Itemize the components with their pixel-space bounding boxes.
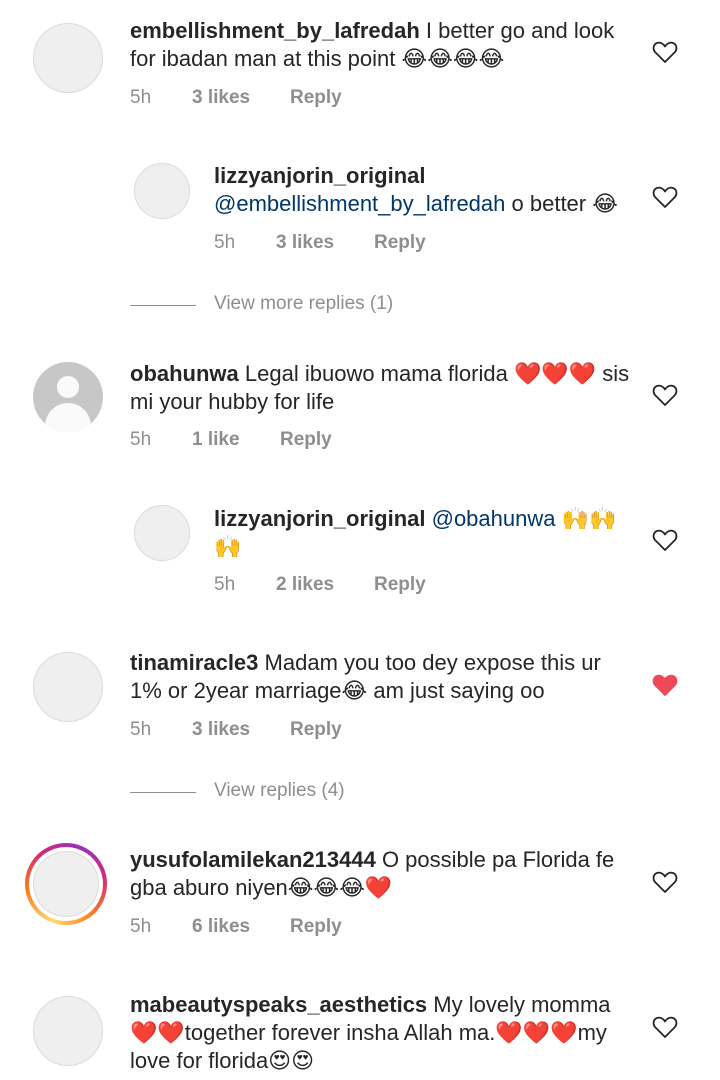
divider-line <box>130 305 196 306</box>
comment-text: obahunwa Legal ibuowo mama florida ❤️❤️❤… <box>130 360 630 416</box>
comment-text: tinamiracle3 Madam you too dey expose th… <box>130 649 630 705</box>
username[interactable]: mabeautyspeaks_aesthetics <box>130 992 427 1017</box>
avatar[interactable] <box>134 505 190 561</box>
likes-count[interactable]: 3 likes <box>192 719 250 741</box>
timestamp: 5h <box>130 916 152 937</box>
view-more-label[interactable]: View more replies (1) <box>214 293 393 315</box>
timestamp: 5h <box>130 87 152 108</box>
comment-text: embellishment_by_lafredah I better go an… <box>130 17 630 73</box>
view-replies[interactable]: View replies (4) <box>130 778 530 808</box>
username[interactable]: lizzyanjorin_original <box>214 163 425 188</box>
avatar[interactable] <box>33 23 103 93</box>
comment-text: yusufolamilekan213444 O possible pa Flor… <box>130 846 630 902</box>
heart-outline-icon[interactable] <box>652 870 678 894</box>
username[interactable]: yusufolamilekan213444 <box>130 847 376 872</box>
reply-button[interactable]: Reply <box>374 232 426 254</box>
timestamp: 5h <box>214 574 236 595</box>
heart-outline-icon[interactable] <box>652 1015 678 1039</box>
username[interactable]: lizzyanjorin_original <box>214 506 425 531</box>
reply-button[interactable]: Reply <box>374 574 426 596</box>
likes-count[interactable]: 3 likes <box>192 87 250 109</box>
comment-text: lizzyanjorin_original @obahunwa 🙌🙌🙌 <box>214 505 634 561</box>
timestamp: 5h <box>130 429 152 450</box>
comment-body: o better 😂 <box>511 191 618 216</box>
reply-button[interactable]: Reply <box>290 719 342 741</box>
view-more-replies[interactable]: View more replies (1) <box>130 291 530 321</box>
reply-button[interactable]: Reply <box>290 916 342 938</box>
likes-count[interactable]: 1 like <box>192 429 240 451</box>
view-replies-label[interactable]: View replies (4) <box>214 780 345 802</box>
avatar[interactable] <box>33 652 103 722</box>
heart-outline-icon[interactable] <box>652 40 678 64</box>
avatar[interactable] <box>33 996 103 1066</box>
avatar[interactable] <box>134 163 190 219</box>
likes-count[interactable]: 2 likes <box>276 574 334 596</box>
story-ring-avatar[interactable] <box>25 843 107 925</box>
reply-button[interactable]: Reply <box>290 87 342 109</box>
likes-count[interactable]: 3 likes <box>276 232 334 254</box>
mention-link[interactable]: @obahunwa <box>432 506 556 531</box>
username[interactable]: tinamiracle3 <box>130 650 258 675</box>
likes-count[interactable]: 6 likes <box>192 916 250 938</box>
divider-line <box>130 792 196 793</box>
timestamp: 5h <box>214 232 236 253</box>
heart-outline-icon[interactable] <box>652 528 678 552</box>
heart-outline-icon[interactable] <box>652 383 678 407</box>
timestamp: 5h <box>130 719 152 740</box>
default-avatar-icon[interactable] <box>33 362 103 432</box>
heart-filled-icon[interactable] <box>652 673 678 697</box>
mention-link[interactable]: @embellishment_by_lafredah <box>214 191 505 216</box>
reply-button[interactable]: Reply <box>280 429 332 451</box>
heart-outline-icon[interactable] <box>652 185 678 209</box>
comment-text: lizzyanjorin_original @embellishment_by_… <box>214 162 634 218</box>
comment-text: mabeautyspeaks_aesthetics My lovely momm… <box>130 991 630 1075</box>
username[interactable]: embellishment_by_lafredah <box>130 18 420 43</box>
username[interactable]: obahunwa <box>130 361 239 386</box>
